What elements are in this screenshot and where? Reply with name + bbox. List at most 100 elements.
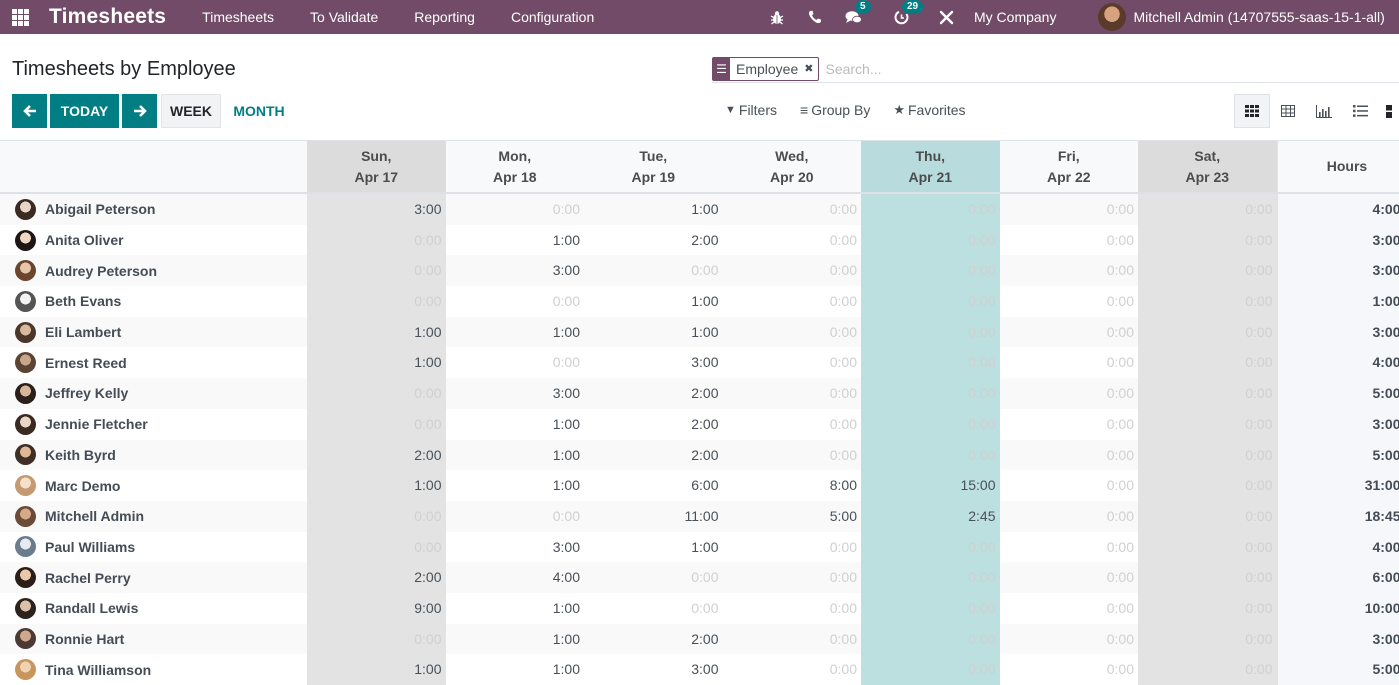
hours-cell[interactable]: 0:00 [1138, 624, 1277, 655]
hours-cell[interactable]: 0:00 [446, 501, 585, 532]
bug-icon[interactable] [770, 10, 784, 25]
hours-cell[interactable]: 0:00 [307, 532, 446, 563]
hours-cell[interactable]: 0:00 [1138, 501, 1277, 532]
hours-cell[interactable]: 0:00 [307, 255, 446, 286]
hours-cell[interactable]: 0:00 [1000, 225, 1139, 256]
hours-cell[interactable]: 0:00 [1000, 255, 1139, 286]
phone-icon[interactable] [808, 10, 821, 24]
hours-cell[interactable]: 0:00 [1138, 347, 1277, 378]
hours-cell[interactable]: 0:00 [723, 378, 862, 409]
hours-cell[interactable]: 5:00 [723, 501, 862, 532]
hours-cell[interactable]: 1:00 [446, 440, 585, 471]
hours-cell[interactable]: 2:00 [584, 378, 723, 409]
hours-cell[interactable]: 15:00 [861, 470, 1000, 501]
hours-cell[interactable]: 2:00 [584, 624, 723, 655]
hours-cell[interactable]: 2:00 [584, 409, 723, 440]
hours-cell[interactable]: 0:00 [723, 532, 862, 563]
hours-cell[interactable]: 0:00 [723, 593, 862, 624]
employee-cell[interactable]: Eli Lambert [0, 317, 307, 348]
hours-cell[interactable]: 0:00 [1138, 593, 1277, 624]
clock-icon[interactable]: 29 [894, 10, 909, 25]
hours-cell[interactable]: 1:00 [446, 654, 585, 685]
hours-cell[interactable]: 0:00 [584, 593, 723, 624]
app-brand[interactable]: Timesheets [49, 5, 166, 29]
hours-cell[interactable]: 0:00 [307, 286, 446, 317]
hours-cell[interactable]: 0:00 [1000, 593, 1139, 624]
hours-cell[interactable]: 2:45 [861, 501, 1000, 532]
hours-cell[interactable]: 0:00 [723, 624, 862, 655]
hours-cell[interactable]: 1:00 [446, 225, 585, 256]
employee-cell[interactable]: Ernest Reed [0, 347, 307, 378]
search-input[interactable] [825, 61, 1325, 77]
hours-cell[interactable]: 0:00 [1138, 317, 1277, 348]
hours-cell[interactable]: 0:00 [723, 286, 862, 317]
hours-cell[interactable]: 0:00 [446, 194, 585, 225]
hours-cell[interactable]: 0:00 [723, 194, 862, 225]
menu-timesheets[interactable]: Timesheets [202, 9, 274, 25]
hours-cell[interactable]: 0:00 [1138, 255, 1277, 286]
hours-cell[interactable]: 2:00 [307, 562, 446, 593]
hours-cell[interactable]: 11:00 [584, 501, 723, 532]
chat-icon[interactable]: 5 [845, 10, 862, 25]
hours-cell[interactable]: 0:00 [723, 347, 862, 378]
hours-cell[interactable]: 0:00 [861, 409, 1000, 440]
hours-cell[interactable]: 1:00 [446, 593, 585, 624]
employee-cell[interactable]: Beth Evans [0, 286, 307, 317]
hours-cell[interactable]: 0:00 [1000, 286, 1139, 317]
app-menu-icon[interactable] [12, 8, 36, 26]
menu-to-validate[interactable]: To Validate [310, 9, 378, 25]
week-button[interactable]: WEEK [161, 94, 221, 128]
hours-cell[interactable]: 1:00 [307, 317, 446, 348]
hours-cell[interactable]: 0:00 [1138, 440, 1277, 471]
employee-cell[interactable]: Paul Williams [0, 532, 307, 563]
hours-cell[interactable]: 0:00 [723, 317, 862, 348]
user-menu[interactable]: Mitchell Admin (14707555-saas-15-1-all) [1098, 3, 1384, 31]
hours-cell[interactable]: 0:00 [1000, 501, 1139, 532]
employee-cell[interactable]: Audrey Peterson [0, 255, 307, 286]
hours-cell[interactable]: 3:00 [307, 194, 446, 225]
hours-cell[interactable]: 0:00 [861, 225, 1000, 256]
hours-cell[interactable]: 0:00 [1000, 624, 1139, 655]
hours-cell[interactable]: 0:00 [1138, 562, 1277, 593]
grid-view-button[interactable] [1234, 94, 1270, 128]
hours-cell[interactable]: 0:00 [1000, 470, 1139, 501]
hours-cell[interactable]: 0:00 [861, 593, 1000, 624]
list-view-button[interactable] [1342, 94, 1378, 128]
hours-cell[interactable]: 1:00 [584, 194, 723, 225]
hours-cell[interactable]: 0:00 [1000, 409, 1139, 440]
graph-view-button[interactable] [1306, 94, 1342, 128]
month-button[interactable]: MONTH [224, 94, 294, 128]
hours-cell[interactable]: 0:00 [1000, 317, 1139, 348]
hours-cell[interactable]: 0:00 [861, 194, 1000, 225]
hours-cell[interactable]: 2:00 [584, 225, 723, 256]
employee-cell[interactable]: Mitchell Admin [0, 501, 307, 532]
pivot-view-button[interactable] [1270, 94, 1306, 128]
hours-cell[interactable]: 8:00 [723, 470, 862, 501]
company-switcher[interactable]: My Company [974, 9, 1056, 25]
hours-cell[interactable]: 6:00 [584, 470, 723, 501]
menu-configuration[interactable]: Configuration [511, 9, 594, 25]
employee-cell[interactable]: Abigail Peterson [0, 194, 307, 225]
facet-remove-icon[interactable]: ✖ [804, 58, 818, 80]
employee-cell[interactable]: Anita Oliver [0, 225, 307, 256]
hours-cell[interactable]: 0:00 [307, 378, 446, 409]
filters-button[interactable]: ▼ Filters [725, 102, 777, 118]
hours-cell[interactable]: 1:00 [446, 409, 585, 440]
hours-cell[interactable]: 0:00 [584, 562, 723, 593]
hours-cell[interactable]: 0:00 [307, 409, 446, 440]
hours-cell[interactable]: 0:00 [1138, 409, 1277, 440]
hours-cell[interactable]: 0:00 [1138, 225, 1277, 256]
group-by-button[interactable]: ≡ Group By [800, 102, 870, 118]
hours-cell[interactable]: 0:00 [1138, 286, 1277, 317]
hours-cell[interactable]: 3:00 [446, 378, 585, 409]
hours-cell[interactable]: 0:00 [307, 501, 446, 532]
hours-cell[interactable]: 3:00 [584, 347, 723, 378]
employee-cell[interactable]: Tina Williamson [0, 654, 307, 685]
favorites-button[interactable]: ★ Favorites [893, 102, 965, 118]
hours-cell[interactable]: 9:00 [307, 593, 446, 624]
hours-cell[interactable]: 0:00 [1138, 470, 1277, 501]
hours-cell[interactable]: 1:00 [584, 317, 723, 348]
hours-cell[interactable]: 0:00 [584, 255, 723, 286]
hours-cell[interactable]: 3:00 [584, 654, 723, 685]
hours-cell[interactable]: 0:00 [1000, 378, 1139, 409]
